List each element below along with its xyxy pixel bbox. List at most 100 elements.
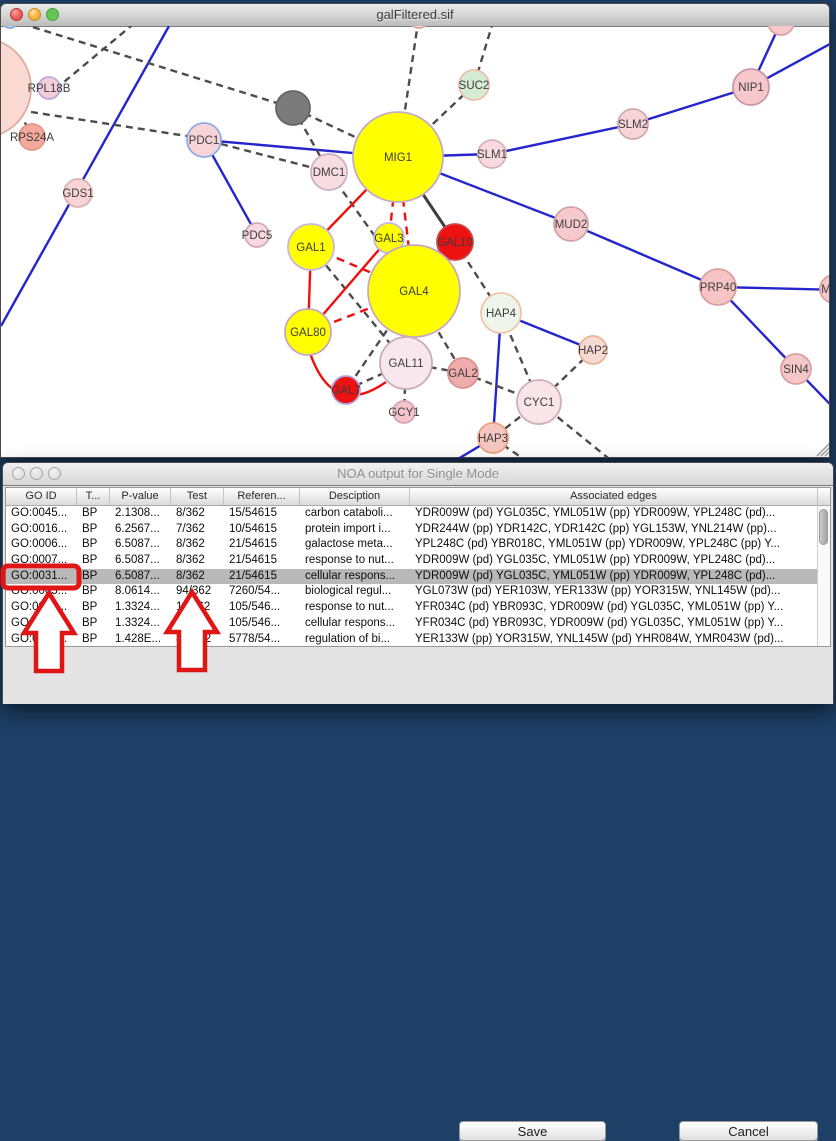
node-CYC1[interactable]: CYC1 [517, 380, 561, 424]
node-MSN[interactable]: MSN [820, 275, 829, 303]
node-label: PDC1 [189, 135, 220, 147]
close-button[interactable] [10, 8, 23, 21]
node-HAP4[interactable]: HAP4 [481, 293, 521, 333]
table-row[interactable]: GO:0065...BP8.0614...94/3627260/54...bio… [6, 584, 830, 600]
node-MIG1[interactable]: MIG1 [353, 112, 443, 202]
table-cell: biological regul... [300, 584, 410, 600]
table-cell: YDR244W (pp) YDR142C, YDR142C (pp) YGL15… [410, 522, 818, 538]
edge-blue [492, 124, 633, 154]
close-button[interactable] [12, 467, 25, 480]
table-cell: GO:0031... [6, 569, 77, 585]
table-cell: 8/362 [171, 506, 224, 522]
node-GAL11[interactable]: GAL11 [380, 337, 432, 389]
scrollbar-thumb[interactable] [819, 509, 828, 545]
table-cell: 105/546... [224, 600, 300, 616]
node-GDS1[interactable]: GDS1 [62, 179, 93, 207]
table-cell: YGL073W (pd) YER103W, YER133W (pp) YOR31… [410, 584, 818, 600]
table-row[interactable]: GO:0031...BP6.5087...8/36221/54615cellul… [6, 569, 830, 585]
column-header-t[interactable]: T... [77, 488, 110, 505]
table-row[interactable]: GO:0006...BP6.5087...8/36221/54615galact… [6, 537, 830, 553]
node-PDC5[interactable]: PDC5 [242, 223, 273, 247]
network-canvas[interactable]: RPL18BRPS24AGDS1PDC1DMC1MIG1SUC2SLM1SLM2… [1, 26, 829, 458]
node-RPS24A[interactable]: RPS24A [10, 124, 54, 150]
node-SUC2[interactable]: SUC2 [459, 70, 490, 100]
table-row[interactable]: GO:0016...BP6.2567...7/36210/54615protei… [6, 522, 830, 538]
table-cell: 80/362 [171, 632, 224, 648]
node-label: GAL10 [437, 237, 473, 249]
node-PDC1[interactable]: PDC1 [187, 123, 221, 157]
table-cell: 15/54615 [224, 506, 300, 522]
node-topcut[interactable] [409, 26, 429, 28]
node-GAL2[interactable]: GAL2 [448, 358, 478, 388]
node-trcut[interactable] [768, 26, 794, 35]
node-label: MIG1 [384, 152, 412, 164]
table-cell: GO:0050... [6, 632, 77, 648]
zoom-button[interactable] [48, 467, 61, 480]
node-SIN4[interactable]: SIN4 [781, 354, 811, 384]
graph-window-titlebar[interactable]: galFiltered.sif [1, 4, 829, 27]
node-DMC1[interactable]: DMC1 [311, 154, 347, 190]
cancel-button[interactable]: Cancel [679, 1121, 818, 1141]
edge-blue [571, 224, 718, 287]
table-cell: galactose meta... [300, 537, 410, 553]
minimize-button[interactable] [28, 8, 41, 21]
minimize-button[interactable] [30, 467, 43, 480]
table-cell: BP [77, 632, 110, 648]
table-cell: 11/362 [171, 616, 224, 632]
node-label: HAP3 [478, 433, 508, 445]
node-label: GAL1 [296, 242, 325, 254]
node-unnamed-tiny[interactable] [2, 26, 18, 28]
table-row[interactable]: GO:0031...BP1.3324...11/362105/546...res… [6, 600, 830, 616]
node-unnamed-large[interactable] [1, 38, 31, 138]
node-PRP40[interactable]: PRP40 [700, 269, 736, 305]
table-cell: 6.2567... [110, 522, 171, 538]
node-SLM1[interactable]: SLM1 [477, 140, 507, 168]
node-GAL80[interactable]: GAL80 [285, 309, 331, 355]
column-header-go-id[interactable]: GO ID [6, 488, 77, 505]
table-cell: GO:0031... [6, 616, 77, 632]
node-GAL7[interactable]: GAL7 [331, 376, 360, 404]
node-MUD2[interactable]: MUD2 [554, 207, 588, 241]
column-header-desciption[interactable]: Desciption [300, 488, 410, 505]
node-label: DMC1 [313, 167, 346, 179]
table-cell: 1.3324... [110, 616, 171, 632]
noa-results-table: GO IDT...P-valueTestReferen...Desciption… [5, 487, 831, 647]
table-cell: BP [77, 569, 110, 585]
table-cell: YPL248C (pd) YBR018C, YML051W (pp) YDR00… [410, 537, 818, 553]
node-HAP2[interactable]: HAP2 [578, 336, 608, 364]
table-cell: carbon cataboli... [300, 506, 410, 522]
table-row[interactable]: GO:0045...BP2.1308...8/36215/54615carbon… [6, 506, 830, 522]
node-NIP1[interactable]: NIP1 [733, 69, 769, 105]
table-cell: 21/54615 [224, 569, 300, 585]
table-cell: YDR009W (pd) YGL035C, YML051W (pp) YDR00… [410, 506, 818, 522]
noa-window-title: NOA output for Single Mode [3, 463, 833, 485]
table-cell: YDR009W (pd) YGL035C, YML051W (pp) YDR00… [410, 553, 818, 569]
node-label: GDS1 [62, 188, 93, 200]
table-cell: 21/54615 [224, 537, 300, 553]
column-header-associated-edges[interactable]: Associated edges [410, 488, 818, 505]
noa-window-titlebar[interactable]: NOA output for Single Mode [3, 463, 833, 486]
zoom-button[interactable] [46, 8, 59, 21]
table-row[interactable]: GO:0007...BP6.5087...8/36221/54615respon… [6, 553, 830, 569]
node-SLM2[interactable]: SLM2 [618, 109, 648, 139]
node-GAL4[interactable]: GAL4 [368, 245, 460, 337]
table-cell: 1.428E... [110, 632, 171, 648]
table-row[interactable]: GO:0031...BP1.3324...11/362105/546...cel… [6, 616, 830, 632]
node-label: RPS24A [10, 132, 54, 144]
table-cell: 6.5087... [110, 553, 171, 569]
node-unnamed-gray[interactable] [276, 91, 310, 125]
table-scrollbar[interactable] [817, 506, 830, 646]
table-cell: GO:0031... [6, 600, 77, 616]
column-header-referen[interactable]: Referen... [224, 488, 300, 505]
node-label: SLM1 [477, 149, 507, 161]
save-button[interactable]: Save [459, 1121, 606, 1141]
column-header-p-value[interactable]: P-value [110, 488, 171, 505]
column-header-test[interactable]: Test [171, 488, 224, 505]
node-GCY1[interactable]: GCY1 [388, 401, 419, 423]
node-HAP3[interactable]: HAP3 [478, 423, 508, 453]
table-cell: 6.5087... [110, 537, 171, 553]
node-GAL1[interactable]: GAL1 [288, 224, 334, 270]
node-label: PDC5 [242, 230, 273, 242]
table-row[interactable]: GO:0050...BP1.428E...80/3625778/54...reg… [6, 632, 830, 648]
table-cell: 21/54615 [224, 553, 300, 569]
